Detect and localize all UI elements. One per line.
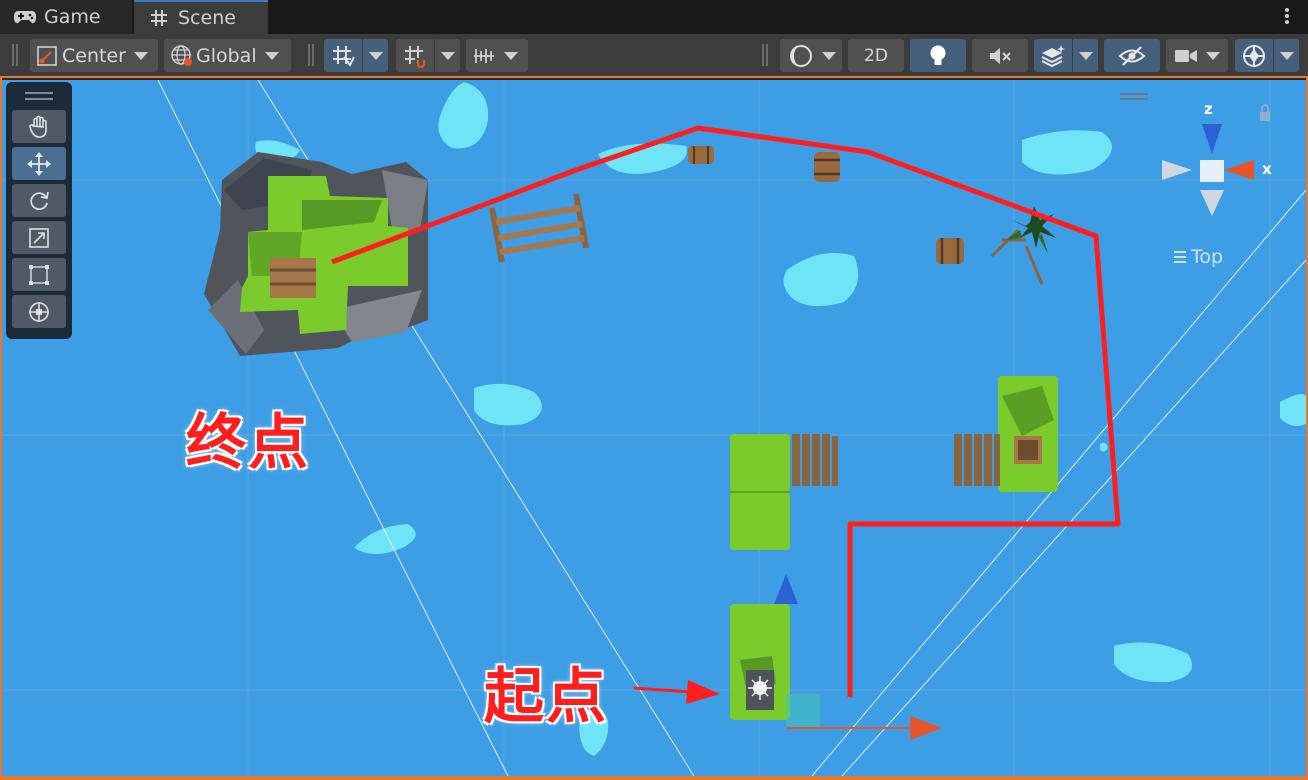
chevron-down-icon xyxy=(1078,51,1093,60)
pivot-icon xyxy=(37,45,57,66)
overlay-drag-handle[interactable] xyxy=(6,82,72,110)
toolbar-grip[interactable] xyxy=(308,44,314,66)
video-camera-icon xyxy=(1175,49,1197,62)
chevron-down-icon xyxy=(1206,51,1220,60)
barrels xyxy=(688,146,964,264)
grid-snap-icon xyxy=(333,45,355,67)
menu-icon xyxy=(1174,251,1186,263)
wooden-fence xyxy=(489,193,589,263)
gizmos-button[interactable] xyxy=(1235,39,1273,72)
hand-tool-button[interactable] xyxy=(12,110,66,143)
tab-scene[interactable]: Scene xyxy=(134,0,268,34)
eye-hidden-icon xyxy=(1118,45,1146,66)
grid-snap-button[interactable] xyxy=(324,39,362,72)
mode-2d-label: 2D xyxy=(864,45,888,66)
space-global-dropdown[interactable]: Global xyxy=(164,39,291,72)
toolbar-grip[interactable] xyxy=(762,44,768,66)
space-label: Global xyxy=(196,44,257,67)
chevron-down-icon xyxy=(504,51,518,60)
tab-game-label: Game xyxy=(44,6,101,28)
rect-tool-button[interactable] xyxy=(12,258,66,291)
middle-island xyxy=(730,434,838,550)
tab-scene-label: Scene xyxy=(178,7,236,29)
view-label-text: Top xyxy=(1191,246,1224,268)
grid-snapping-toggle[interactable] xyxy=(324,39,388,72)
gizmo-sphere-icon xyxy=(1243,44,1265,67)
viewport-focus-border-left xyxy=(0,78,2,780)
increment-snap-button[interactable] xyxy=(396,39,434,72)
pivot-label: Center xyxy=(62,44,126,67)
right-island xyxy=(954,376,1058,492)
chevron-down-icon xyxy=(1279,51,1294,60)
end-island xyxy=(204,152,428,356)
end-point-label: 终点 xyxy=(186,408,310,478)
increment-snap-dropdown[interactable] xyxy=(435,39,460,72)
draw-mode-dropdown[interactable] xyxy=(780,39,842,72)
pivot-center-dropdown[interactable]: Center xyxy=(30,39,158,72)
toolbar-grip[interactable] xyxy=(12,44,18,66)
scene-camera-dropdown[interactable] xyxy=(1166,39,1228,72)
transform-icon xyxy=(29,301,49,322)
rotate-tool-button[interactable] xyxy=(12,184,66,217)
scale-tool-button[interactable] xyxy=(12,221,66,254)
gizmo-z-label: z xyxy=(1204,100,1213,118)
start-point-label: 起点 xyxy=(484,662,608,732)
speaker-muted-icon xyxy=(990,47,1011,64)
scale-icon xyxy=(29,227,49,248)
scene-effects-toggle[interactable] xyxy=(1034,39,1098,72)
gizmo-x-label: x xyxy=(1262,160,1272,178)
more-options-icon[interactable] xyxy=(1284,6,1290,28)
chevron-down-icon xyxy=(440,51,455,60)
scene-toolbar: Center Global 2D xyxy=(0,34,1308,78)
grid-visibility-dropdown[interactable] xyxy=(466,39,528,72)
chevron-down-icon xyxy=(368,51,383,60)
hand-icon xyxy=(29,115,47,138)
scene-audio-toggle[interactable] xyxy=(972,39,1028,72)
ruler-grid-icon xyxy=(474,48,494,63)
scene-lighting-toggle[interactable] xyxy=(910,39,966,72)
tab-game[interactable]: Game xyxy=(0,0,132,34)
move-arrows-icon xyxy=(27,151,51,176)
scene-effects-button[interactable] xyxy=(1034,39,1072,72)
gamepad-icon xyxy=(12,7,38,27)
view-orientation-label[interactable]: Top xyxy=(1174,246,1223,268)
rotate-icon xyxy=(30,191,49,210)
start-island xyxy=(730,604,820,728)
tools-overlay xyxy=(6,82,72,339)
viewport-focus-border-bottom xyxy=(0,776,1308,780)
increment-snap-toggle[interactable] xyxy=(396,39,460,72)
scene-effects-dropdown[interactable] xyxy=(1073,39,1098,72)
lightbulb-icon xyxy=(930,45,946,65)
mode-2d-toggle[interactable]: 2D xyxy=(848,39,904,72)
tab-bar: Game Scene xyxy=(0,0,1308,34)
move-tool-button[interactable] xyxy=(12,147,66,180)
grid-hash-icon xyxy=(146,8,172,28)
globe-icon xyxy=(171,44,192,66)
shading-sphere-icon xyxy=(790,44,812,67)
transform-tool-button[interactable] xyxy=(12,295,66,328)
chevron-down-icon xyxy=(822,51,836,60)
scene-visibility-toggle[interactable] xyxy=(1104,39,1160,72)
chevron-down-icon xyxy=(133,51,148,60)
gizmos-dropdown[interactable] xyxy=(1274,39,1299,72)
orientation-gizmo[interactable] xyxy=(1120,93,1270,216)
grid-snap-dropdown[interactable] xyxy=(363,39,388,72)
rect-transform-icon xyxy=(29,264,49,285)
layers-sparkle-icon xyxy=(1041,44,1065,67)
magnet-grid-icon xyxy=(405,45,426,68)
gizmos-toggle[interactable] xyxy=(1235,39,1299,72)
chevron-down-icon xyxy=(264,51,279,60)
